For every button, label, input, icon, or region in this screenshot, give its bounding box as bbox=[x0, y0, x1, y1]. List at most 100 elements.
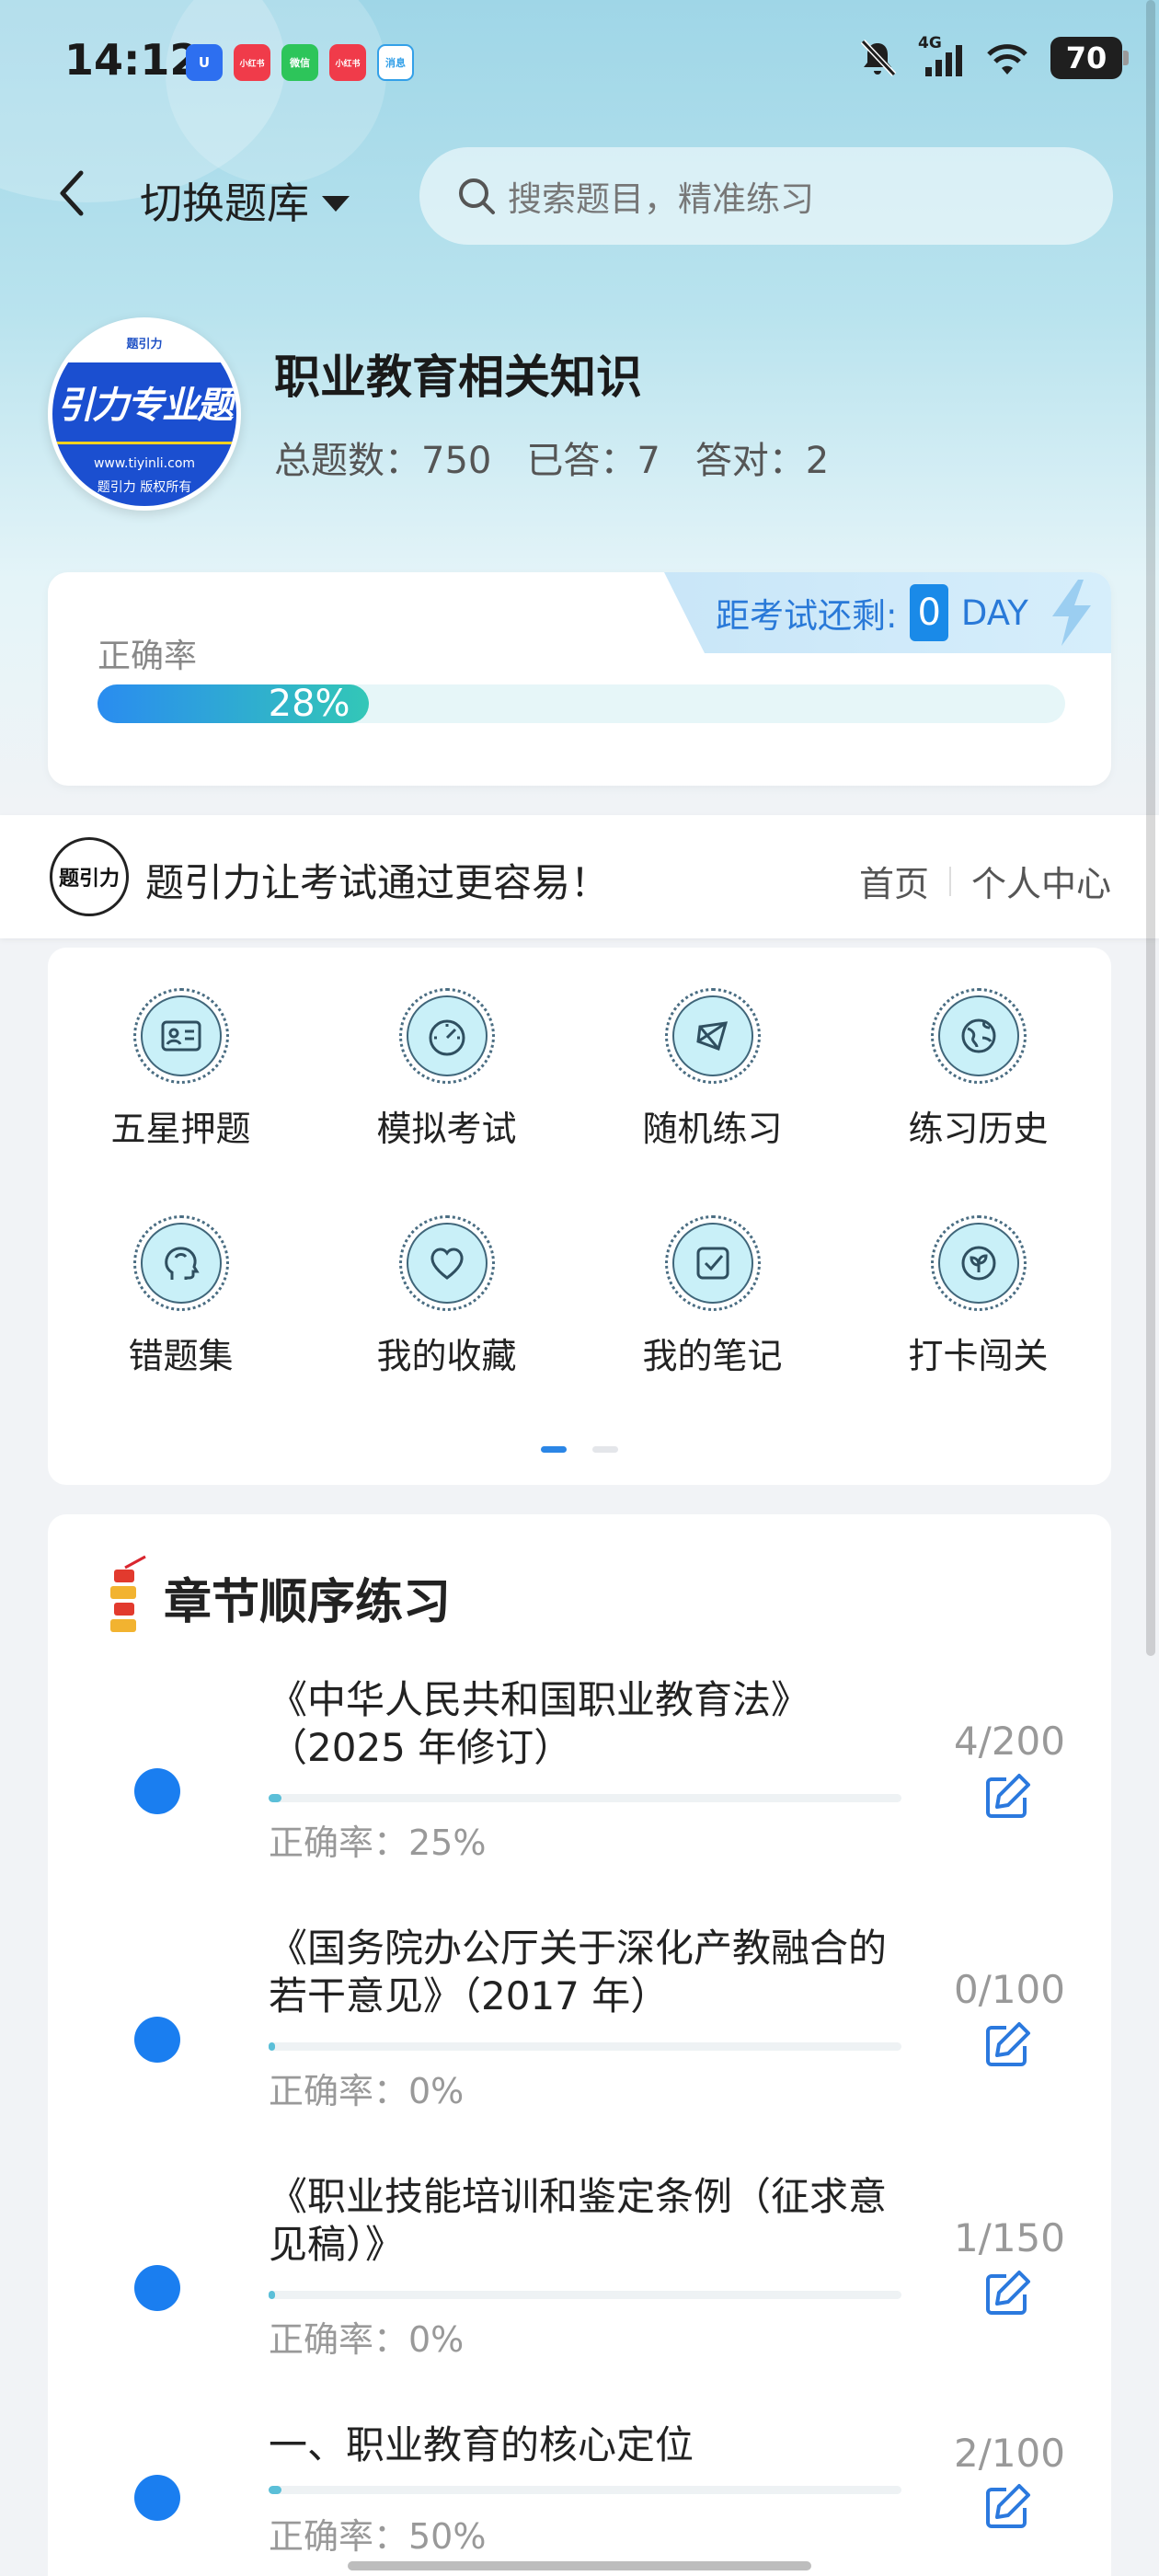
promo-links: 首页 个人中心 bbox=[859, 856, 1111, 906]
network-type: 4G bbox=[918, 34, 942, 52]
grid-item-label: 打卡闯关 bbox=[908, 1336, 1049, 1376]
battery-indicator: 70 bbox=[1050, 37, 1129, 79]
chapter-bullet bbox=[134, 2265, 180, 2311]
grid-item-check-in[interactable]: 打卡闯关 bbox=[845, 1215, 1111, 1378]
exam-countdown-label: 距考试还剩: bbox=[716, 596, 898, 636]
xiaohongshu-icon: 小红书 bbox=[234, 44, 270, 81]
grid-item-label: 我的收藏 bbox=[376, 1336, 517, 1376]
grid-item-label: 练习历史 bbox=[908, 1109, 1049, 1149]
grid-item-notes[interactable]: 我的笔记 bbox=[580, 1215, 845, 1378]
chapter-name: 《国务院办公厅关于深化产教融合的若干意见》（2017 年） bbox=[269, 1926, 888, 2018]
app-u-icon: U bbox=[186, 44, 223, 81]
grid-item-wrong-questions[interactable]: 错题集 bbox=[48, 1215, 314, 1378]
chapter-progress-fill bbox=[269, 1794, 281, 1802]
switch-bank-label: 切换题库 bbox=[140, 178, 309, 228]
chapter-name: 《中华人民共和国职业教育法》（2025 年修订） bbox=[269, 1677, 810, 1770]
grid-item-mock-exam[interactable]: 模拟考试 bbox=[314, 988, 580, 1151]
grid-icon-ring bbox=[930, 988, 1027, 1084]
search-input[interactable]: 搜索题目，精准练习 bbox=[419, 147, 1113, 245]
grid-icon-ring bbox=[398, 1215, 495, 1311]
chapter-title: 章节顺序练习 bbox=[164, 1574, 452, 1630]
grid-item-label: 模拟考试 bbox=[376, 1109, 517, 1149]
profile-link[interactable]: 个人中心 bbox=[971, 856, 1111, 906]
chapter-bullet bbox=[134, 1768, 180, 1814]
chapter-item[interactable]: 《中华人民共和国职业教育法》（2025 年修订） 正确率：25% 4/200 bbox=[48, 1676, 1111, 1915]
id-card-icon bbox=[161, 1020, 201, 1052]
mute-bell-icon bbox=[860, 39, 897, 77]
head-icon bbox=[164, 1247, 200, 1280]
exam-countdown: 距考试还剩: 0 DAY bbox=[664, 572, 1111, 653]
promo-slogan: 题引力让考试通过更容易！ bbox=[145, 860, 610, 905]
course-stats: 总题数：750 已答：7 答对：2 bbox=[274, 431, 829, 484]
chapter-item[interactable]: 《职业技能培训和鉴定条例（征求意见稿）》 正确率：0% 1/150 bbox=[48, 2173, 1111, 2412]
course-logo: 题引力 引力专业题 www.tiyinli.com 题引力 版权所有 bbox=[48, 317, 241, 511]
chapter-progress-track bbox=[269, 2486, 901, 2494]
chapter-progress-fill bbox=[269, 2042, 275, 2051]
wifi-icon bbox=[987, 44, 1027, 75]
chapter-progress-fill bbox=[269, 2486, 281, 2494]
edit-icon[interactable] bbox=[982, 2482, 1032, 2532]
grid-item-random-practice[interactable]: 随机练习 bbox=[580, 988, 845, 1151]
link-divider bbox=[948, 866, 951, 896]
gauge-icon bbox=[429, 1019, 465, 1056]
chapter-accuracy: 正确率：0% bbox=[269, 2319, 465, 2360]
logo-url: www.tiyinli.com bbox=[93, 456, 196, 471]
edit-icon[interactable] bbox=[982, 1772, 1032, 1822]
grid-icon-bg bbox=[406, 995, 488, 1076]
logo-main-text: 引力专业题 bbox=[52, 362, 236, 442]
cellular-signal-icon: 4G bbox=[918, 34, 964, 78]
page-indicator bbox=[541, 1446, 618, 1453]
status-bar: 14:12 U 小红书 微信 小红书 消息 4G 70 bbox=[0, 0, 1159, 120]
home-indicator[interactable] bbox=[348, 2561, 811, 2570]
exam-days-value: 0 bbox=[910, 584, 948, 641]
chapter-progress-track bbox=[269, 2291, 901, 2299]
chapter-count: 2/100 bbox=[953, 2431, 1065, 2476]
chapter-progress-track bbox=[269, 1794, 901, 1802]
leaf-badge-icon bbox=[961, 1246, 995, 1281]
grid-icon-bg bbox=[937, 995, 1019, 1076]
grid-icon-ring bbox=[664, 1215, 761, 1311]
grid-item-label: 错题集 bbox=[128, 1336, 234, 1376]
grid-icon-bg bbox=[140, 995, 222, 1076]
note-check-icon bbox=[696, 1247, 729, 1280]
grid-item-label: 随机练习 bbox=[642, 1109, 783, 1149]
wechat-icon: 微信 bbox=[281, 44, 318, 81]
globe-icon bbox=[961, 1018, 995, 1053]
grid-icon-bg bbox=[937, 1223, 1019, 1304]
grid-icon-bg bbox=[671, 1223, 753, 1304]
xiaohongshu-icon: 小红书 bbox=[329, 44, 366, 81]
switch-question-bank-button[interactable]: 切换题库 bbox=[140, 170, 350, 231]
answered-count: 已答：7 bbox=[526, 440, 660, 482]
grid-item-favorites[interactable]: 我的收藏 bbox=[314, 1215, 580, 1378]
grid-item-practice-history[interactable]: 练习历史 bbox=[845, 988, 1111, 1151]
grid-icon-ring bbox=[132, 988, 229, 1084]
accuracy-progress-fill: 28% bbox=[98, 683, 369, 725]
edit-icon[interactable] bbox=[982, 2269, 1032, 2318]
grid-item-label: 五星押题 bbox=[110, 1109, 251, 1149]
page-dot bbox=[592, 1446, 618, 1453]
chapter-name: 《职业技能培训和鉴定条例（征求意见稿）》 bbox=[269, 2174, 888, 2267]
chapter-name: 一、职业教育的核心定位 bbox=[269, 2422, 694, 2467]
grid-icon-bg bbox=[671, 995, 753, 1076]
home-link[interactable]: 首页 bbox=[859, 856, 929, 906]
edit-icon[interactable] bbox=[982, 2020, 1032, 2070]
accuracy-value: 28% bbox=[268, 683, 350, 725]
message-icon: 消息 bbox=[377, 44, 414, 81]
grid-item-five-star[interactable]: 五星押题 bbox=[48, 988, 314, 1151]
scrollbar[interactable] bbox=[1146, 0, 1155, 1656]
chapter-item[interactable]: 《国务院办公厅关于深化产教融合的若干意见》（2017 年） 正确率：0% 0/1… bbox=[48, 1925, 1111, 2164]
notification-app-icons: U 小红书 微信 小红书 消息 bbox=[186, 44, 414, 81]
back-arrow-icon[interactable] bbox=[53, 166, 90, 221]
system-icons: 4G 70 bbox=[857, 34, 1129, 79]
chapter-accuracy: 正确率：0% bbox=[269, 2071, 465, 2111]
brand-logo-text: 题引力 bbox=[58, 868, 120, 891]
chapter-accuracy: 正确率：50% bbox=[269, 2516, 487, 2557]
firecracker-icon bbox=[110, 1555, 146, 1632]
course-title: 职业教育相关知识 bbox=[274, 351, 642, 404]
chapter-accuracy: 正确率：25% bbox=[269, 1823, 487, 1863]
chapter-item[interactable]: 一、职业教育的核心定位 正确率：50% 2/100 bbox=[48, 2421, 1111, 2576]
grid-icon-ring bbox=[132, 1215, 229, 1311]
accuracy-label: 正确率 bbox=[98, 638, 198, 675]
heart-icon bbox=[430, 1248, 464, 1280]
search-placeholder: 搜索题目，精准练习 bbox=[508, 179, 814, 219]
